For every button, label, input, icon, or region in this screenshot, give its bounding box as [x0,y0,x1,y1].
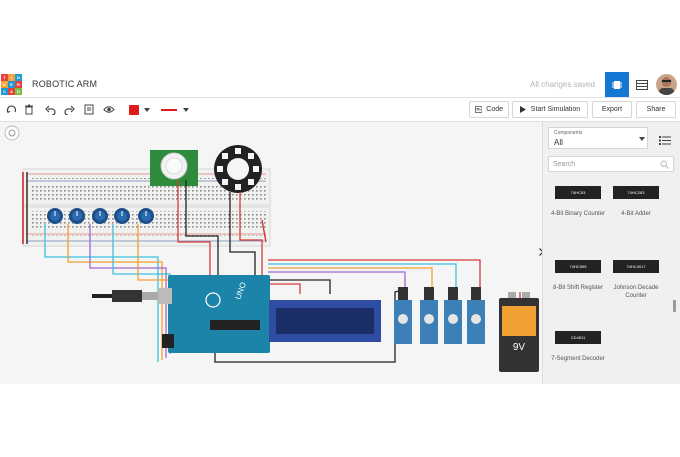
arduino-uno-board[interactable]: UNO [158,275,270,353]
servo-motor[interactable] [394,287,412,344]
component-card[interactable]: 74HC595 8-Bit Shift Register [550,260,606,292]
table-icon [636,79,648,90]
top-bar: T I N K E R C A D ROBOTIC ARM All change… [0,72,680,98]
potentiometer[interactable] [92,208,108,224]
pir-sensor[interactable] [150,150,198,186]
logo-letter: E [8,81,15,88]
caret-down-icon [183,107,189,112]
logo-letter: T [1,74,8,81]
export-label: Export [601,106,623,113]
servo-motor[interactable] [420,287,438,344]
user-avatar[interactable] [656,74,677,95]
tinkercad-app: T I N K E R C A D ROBOTIC ARM All change… [0,72,680,384]
component-name: Johnson Decade Counter [613,285,659,299]
project-title[interactable]: ROBOTIC ARM [32,79,97,89]
logo-letter: K [1,81,8,88]
tinkercad-logo[interactable]: T I N K E R C A D [1,74,22,95]
caret-down-icon [639,137,645,141]
usb-cable[interactable] [92,290,158,302]
servo-motor[interactable] [467,287,485,344]
rotate-icon [6,105,16,114]
components-filter-dropdown[interactable]: Components All [548,127,648,149]
search-icon [660,160,669,169]
component-card[interactable]: 74HC283 4-Bit Adder [608,186,664,218]
person-icon [659,77,674,95]
servo-motor[interactable] [444,287,462,344]
logo-letter: C [1,88,8,95]
battery-label: 9V [513,342,526,353]
chip-label: 74HC595 [569,264,587,269]
zoom-to-fit-icon[interactable] [4,125,20,141]
visibility-button[interactable] [102,101,116,118]
component-list-button[interactable] [630,72,654,97]
component-name: 8-Bit Shift Register [552,285,604,291]
chip-label: 74HC93 [570,190,586,195]
wire-line-icon [161,108,177,111]
start-simulation-label: Start Simulation [530,106,581,113]
ic-chip-icon: 74HC595 [555,260,601,273]
potentiometer[interactable] [138,208,154,224]
potentiometer[interactable] [47,208,63,224]
ic-chip-icon: CD4511 [555,331,601,344]
code-label: Code [486,106,503,113]
logo-letter: D [15,88,22,95]
code-icon [475,106,483,113]
component-name: 7-Segment Decoder [551,356,605,362]
redo-button[interactable] [62,101,76,118]
potentiometer[interactable] [69,208,85,224]
logo-letter: I [8,74,15,81]
note-icon [84,104,94,115]
lcd-display[interactable] [269,300,381,342]
redo-icon [63,105,75,115]
undo-icon [44,105,56,115]
component-name: 4-Bit Adder [621,211,651,217]
chip-label: 74HC283 [627,190,645,195]
chip-icon [612,80,622,89]
potentiometer[interactable] [114,208,130,224]
start-simulation-button[interactable]: Start Simulation [512,101,588,118]
chip-label: 74HC4017 [626,264,646,269]
eye-icon [103,106,115,113]
component-card[interactable]: 74HC4017 Johnson Decade Counter [608,260,664,300]
circuit-drawing[interactable]: UNO 9V [0,122,542,384]
component-search-input[interactable]: Search [548,156,674,172]
list-view-toggle[interactable] [659,132,673,145]
component-card[interactable]: CD4511 7-Segment Decoder [550,331,606,363]
share-button[interactable]: Share [636,101,676,118]
component-card[interactable]: 74HC93 4-Bit Binary Counter [550,186,606,218]
save-status: All changes saved [530,80,595,89]
circuit-view-button[interactable] [605,72,629,97]
list-icon [659,136,671,145]
logo-letter: A [8,88,15,95]
play-icon [519,106,526,113]
share-label: Share [646,106,666,113]
delete-button[interactable] [22,101,36,118]
ic-chip-icon: 74HC93 [555,186,601,199]
component-name: 4-Bit Binary Counter [550,211,606,217]
code-button[interactable]: Code [469,101,509,118]
ic-chip-icon: 74HC283 [613,186,659,199]
undo-button[interactable] [43,101,57,118]
circuit-canvas[interactable]: UNO 9V [0,122,542,384]
dropdown-caption: Components [554,130,583,136]
wire-color-picker[interactable] [158,101,192,118]
logo-letter: N [15,74,22,81]
ic-chip-icon: 74HC4017 [613,260,659,273]
trash-icon [25,104,33,115]
search-placeholder: Search [553,160,576,168]
toolbar: Code Start Simulation Export Share [0,98,680,122]
export-button[interactable]: Export [592,101,632,118]
logo-letter: R [15,81,22,88]
rotate-button[interactable] [4,101,18,118]
battery-9v[interactable]: 9V [499,292,539,372]
chip-label: CD4511 [570,335,586,340]
panel-scrollbar[interactable] [673,300,676,312]
neopixel-ring[interactable] [214,145,262,193]
fill-color-picker[interactable] [124,101,154,118]
notes-button[interactable] [82,101,96,118]
dropdown-value: All [554,138,563,147]
caret-down-icon [143,107,150,112]
fill-color-swatch [128,104,139,115]
